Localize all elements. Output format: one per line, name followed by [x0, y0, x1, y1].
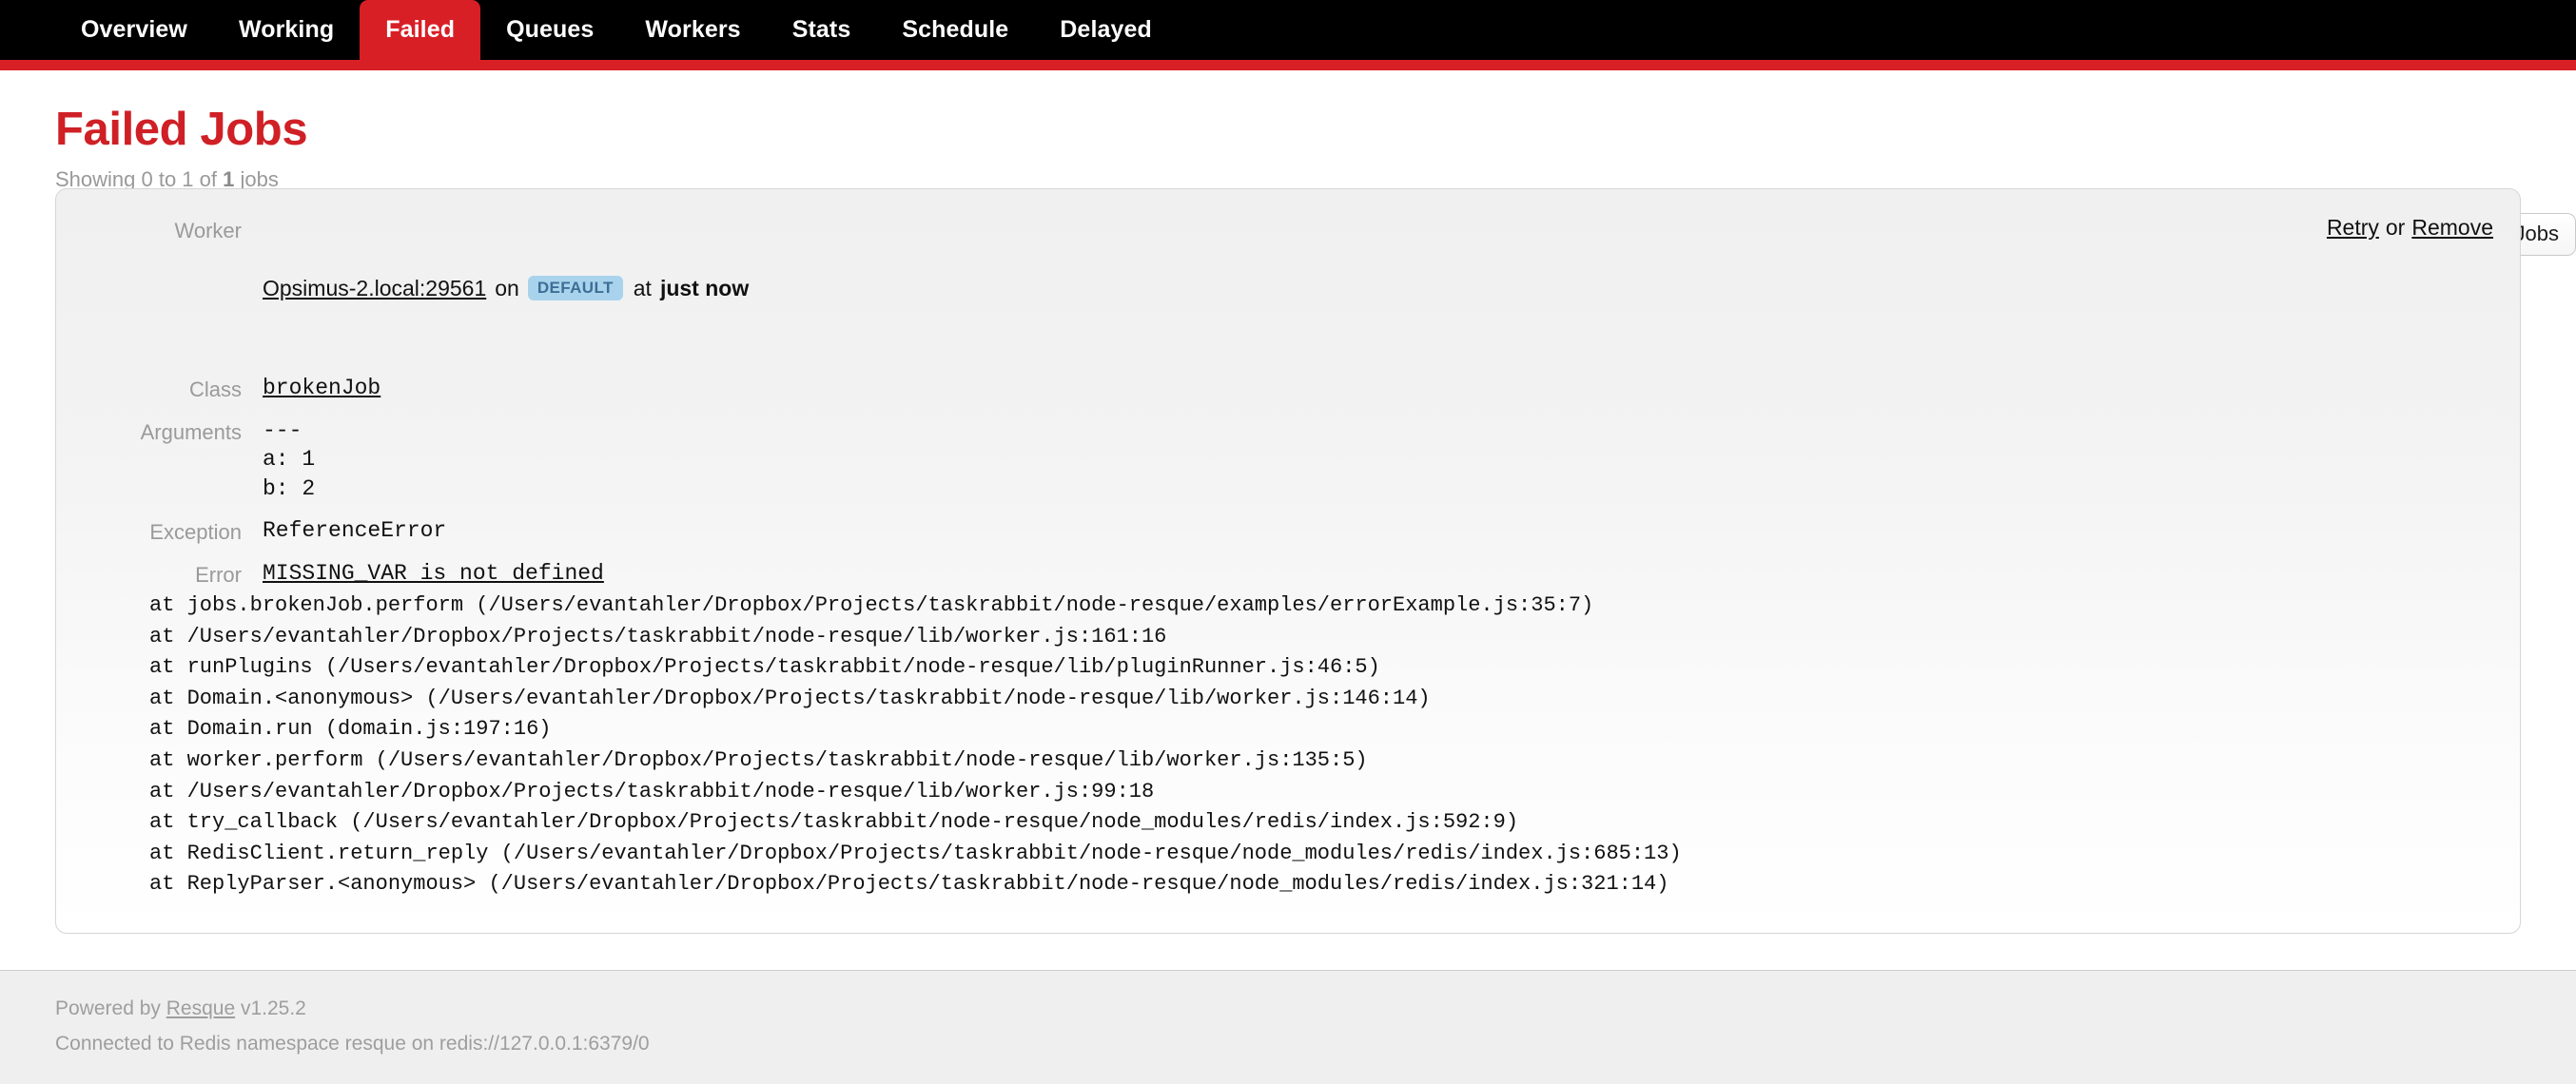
worker-line: Opsimus-2.local:29561 on DEFAULT at just…: [263, 274, 2520, 303]
row-spacer: [56, 362, 2520, 374]
page-header: Failed Jobs Showing 0 to 1 of 1 jobs: [55, 70, 2521, 191]
nav-tab-label: Delayed: [1060, 16, 1152, 43]
nav-accent-bar: [0, 60, 2576, 70]
nav-tab-failed[interactable]: Failed: [360, 0, 481, 60]
nav-tab-label: Schedule: [902, 16, 1009, 43]
row-spacer: [56, 548, 2520, 559]
footer-text-block: Powered by Resque v1.25.2 Connected to R…: [0, 971, 2576, 1062]
error-message-link[interactable]: MISSING_VAR is not defined: [263, 561, 604, 586]
job-field-class: Class brokenJob: [56, 374, 2520, 404]
resque-link[interactable]: Resque: [166, 997, 235, 1019]
nav-tab-list: Overview Working Failed Queues Workers S…: [55, 0, 1178, 60]
job-field-label-exception: Exception: [149, 520, 242, 545]
job-row-actions: Retry or Remove: [2327, 215, 2493, 241]
nav-tab-overview[interactable]: Overview: [55, 0, 213, 60]
resque-version: v1.25.2: [235, 997, 306, 1019]
actions-separator: or: [2385, 215, 2406, 240]
powered-prefix: Powered by: [55, 997, 166, 1019]
job-field-value-arguments: --- a: 1 b: 2: [263, 417, 316, 502]
nav-tab-label: Overview: [81, 16, 187, 43]
footer-powered-by: Powered by Resque v1.25.2: [55, 992, 2521, 1027]
nav-tab-stats[interactable]: Stats: [767, 0, 877, 60]
queue-badge[interactable]: DEFAULT: [527, 276, 623, 301]
job-field-worker: Worker Opsimus-2.local:29561 on DEFAULT …: [56, 215, 2520, 361]
row-spacer: [56, 405, 2520, 416]
nav-tab-label: Stats: [791, 16, 851, 43]
remove-job-link[interactable]: Remove: [2411, 215, 2493, 240]
retry-job-link[interactable]: Retry: [2327, 215, 2379, 240]
failed-job-panel: Retry or Remove Worker Opsimus-2.local:295…: [55, 188, 2521, 934]
job-field-value-worker: Opsimus-2.local:29561 on DEFAULT at just…: [263, 215, 2520, 361]
worker-timestamp: just now: [659, 275, 750, 300]
nav-tab-label: Working: [238, 16, 335, 43]
nav-tab-label: Workers: [645, 16, 741, 43]
nav-tab-working[interactable]: Working: [213, 0, 360, 60]
worker-on-text: on: [495, 275, 519, 300]
job-field-value-exception: ReferenceError: [263, 518, 447, 544]
job-field-label-worker: Worker: [174, 219, 243, 242]
nav-tab-label: Failed: [385, 16, 456, 43]
nav-tab-label: Queues: [506, 16, 595, 43]
job-field-value-class: brokenJob: [263, 374, 2520, 403]
footer-connection-info: Connected to Redis namespace resque on r…: [55, 1032, 650, 1055]
nav-tab-workers[interactable]: Workers: [619, 0, 766, 60]
worker-at-text: at: [633, 275, 652, 300]
job-field-arguments: Arguments --- a: 1 b: 2: [56, 416, 2520, 504]
main-navigation: Overview Working Failed Queues Workers S…: [0, 0, 2576, 60]
job-field-value-error: MISSING_VAR is not defined: [263, 559, 2520, 589]
nav-tab-queues[interactable]: Queues: [480, 0, 619, 60]
row-spacer: [56, 505, 2520, 516]
nav-tab-delayed[interactable]: Delayed: [1034, 0, 1178, 60]
page-content: Failed Jobs Showing 0 to 1 of 1 jobs Ret…: [0, 70, 2576, 934]
job-field-error: Error MISSING_VAR is not defined: [56, 559, 2520, 590]
job-field-label-error: Error: [195, 562, 242, 587]
nav-tab-schedule[interactable]: Schedule: [876, 0, 1034, 60]
job-field-label-class: Class: [188, 377, 242, 402]
job-field-label-arguments: Arguments: [140, 419, 242, 444]
job-class-link[interactable]: brokenJob: [263, 376, 381, 400]
worker-name-link[interactable]: Opsimus-2.local:29561: [263, 274, 486, 303]
job-field-exception: Exception ReferenceError: [56, 516, 2520, 547]
page-title: Failed Jobs: [55, 104, 308, 155]
job-stack-trace: at jobs.brokenJob.perform (/Users/evanta…: [149, 593, 1682, 897]
page-footer: Powered by Resque v1.25.2 Connected to R…: [0, 969, 2576, 1084]
